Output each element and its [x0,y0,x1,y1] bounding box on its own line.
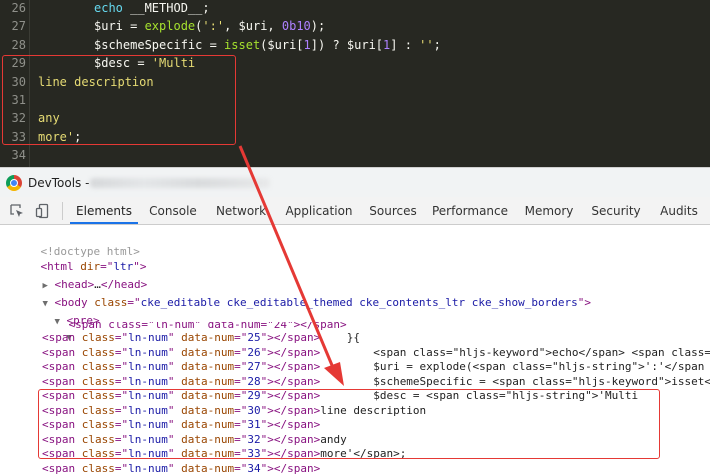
span-row-text: <span class="hljs-keyword">echo</span> <… [320,345,710,359]
inspect-element-icon[interactable] [9,203,25,219]
tab-security[interactable]: Security [585,197,647,224]
line-code: $uri = explode(':', $uri, 0b10); [94,19,326,34]
dom-span-row[interactable]: <span class="ln-num" data-num="34"></spa… [42,461,710,474]
dom-head-node[interactable]: ▶ <head>…</head> [16,262,710,291]
dom-pre-node[interactable]: ▼ <pre> [28,298,710,327]
device-toolbar-icon[interactable] [35,203,51,219]
dom-span-row[interactable]: <span class="ln-num" data-num="27"></spa… [42,359,710,374]
dom-span-row[interactable]: <span class="ln-num" data-num="28"></spa… [42,374,710,389]
chrome-logo-icon [6,175,22,191]
line-number: 28 [11,37,26,52]
dom-html-node[interactable]: <html dir="ltr"> [14,244,710,273]
line-code: $schemeSpecific = isset($uri[1]) ? $uri[… [94,37,441,52]
tab-audits[interactable]: Audits [651,197,707,224]
dom-partial-row: <span class="ln-num" data-num="24"></spa… [68,322,347,330]
editor-line[interactable]: 28 $schemeSpecific = isset($uri[1]) ? $ur… [0,36,710,54]
dom-span-row[interactable]: <span class="ln-num" data-num="26"></spa… [42,345,710,360]
line-code: echo __METHOD__; [94,1,210,15]
toolbar-divider [62,202,63,220]
tab-console[interactable]: Console [142,197,204,224]
editor-line[interactable]: 26 echo __METHOD__; [0,0,710,17]
blurred-page-url [90,178,270,188]
span-row-text: $uri = explode(<span class="hljs-string"… [320,360,705,373]
tab-sources[interactable]: Sources [363,197,423,224]
dom-span-row[interactable]: <span class="ln-num" data-num="25"></spa… [42,330,710,345]
code-highlight-box [2,55,236,145]
tab-application[interactable]: Application [278,197,360,224]
dom-body-node[interactable]: ▼ <body class="cke_editable cke_editable… [16,280,710,309]
line-number: 26 [11,1,26,15]
span-row-text: }{ [320,331,360,344]
devtools-window-title: DevTools - [28,176,90,190]
tab-network[interactable]: Network [209,197,273,224]
dom-doctype[interactable]: <!doctype html> [14,229,710,258]
editor-line[interactable]: 34 [0,146,710,164]
devtools-titlebar: DevTools - [0,167,710,197]
editor-line[interactable]: 27 $uri = explode(':', $uri, 0b10); [0,17,710,35]
line-number: 34 [11,148,26,163]
tab-memory[interactable]: Memory [518,197,580,224]
line-number: 27 [11,19,26,34]
tab-performance[interactable]: Performance [428,197,512,224]
dom-highlight-box [38,389,660,459]
devtools-tab-bar: Elements Console Network Application Sources… [0,197,710,225]
span-row-text: $schemeSpecific = <span class="hljs-keyw… [320,374,710,388]
tab-elements[interactable]: Elements [70,197,138,224]
